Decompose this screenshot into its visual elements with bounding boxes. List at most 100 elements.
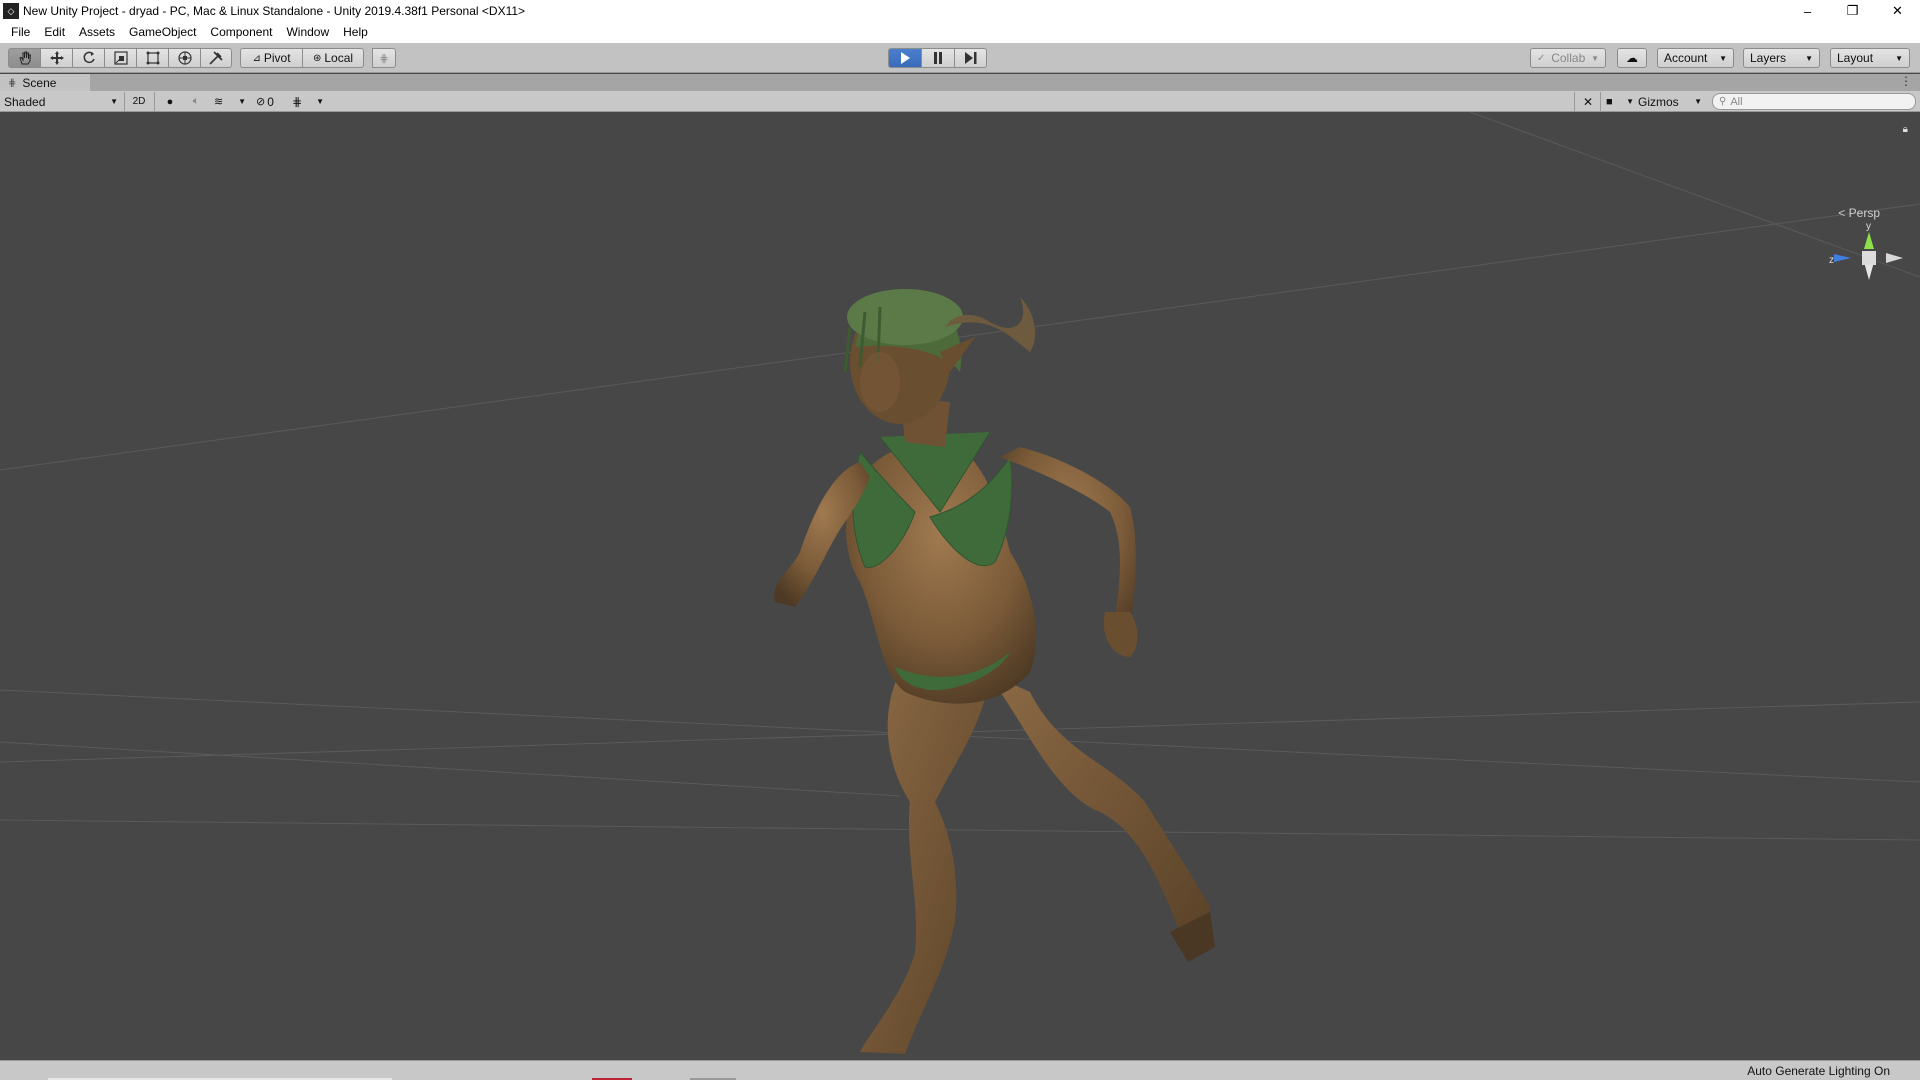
rotate-tool-icon[interactable]: [72, 48, 104, 68]
speaker-icon: 🔈︎: [192, 95, 200, 107]
scene-toolbar: Shaded ▼ 2D ● 🔈︎ ≋ ▼ ⊘ 0 ⋕ ▼ ✕ ■ ▼ Gizmo…: [0, 91, 1920, 112]
window-controls: – ❐ ✕: [1785, 0, 1920, 22]
step-icon: [964, 52, 976, 64]
account-dropdown[interactable]: Account ▼: [1657, 48, 1734, 68]
cloud-group: ☁: [1617, 48, 1647, 68]
grid-snap-icon: ⋕: [379, 52, 389, 65]
playback-controls: [888, 48, 987, 68]
move-tool-icon[interactable]: [40, 48, 72, 68]
audio-toggle-button[interactable]: 🔈︎: [188, 93, 204, 110]
divider: [1600, 92, 1601, 111]
camera-icon: ■: [1606, 95, 1613, 108]
draw-mode-dropdown[interactable]: Shaded ▼: [4, 93, 118, 110]
gizmos-dropdown[interactable]: Gizmos ▼: [1638, 93, 1702, 110]
menu-help[interactable]: Help: [336, 22, 375, 43]
cloud-icon: ☁: [1626, 51, 1638, 65]
divider: [154, 92, 155, 111]
chevron-down-icon: ▼: [238, 97, 246, 106]
chevron-down-icon: ▼: [1805, 53, 1813, 63]
layers-dropdown[interactable]: Layers ▼: [1743, 48, 1820, 68]
step-button[interactable]: [954, 48, 987, 68]
menu-gameobject[interactable]: GameObject: [122, 22, 203, 43]
restore-icon[interactable]: ❐: [1830, 0, 1875, 22]
scene-visibility-toggle[interactable]: ⊘ 0: [256, 93, 286, 110]
chevron-down-icon: ▼: [316, 97, 324, 106]
menu-assets[interactable]: Assets: [72, 22, 122, 43]
menu-bar: File Edit Assets GameObject Component Wi…: [0, 22, 1920, 43]
projection-toggle[interactable]: < Persp: [1838, 206, 1880, 220]
tab-menu-icon[interactable]: ⋮: [1900, 74, 1912, 88]
lighting-toggle-button[interactable]: ●: [162, 93, 178, 110]
play-button[interactable]: [888, 48, 921, 68]
scale-tool-icon[interactable]: [104, 48, 136, 68]
search-placeholder: All: [1730, 95, 1743, 108]
local-label: Local: [324, 51, 354, 65]
pivot-toggle-button[interactable]: ⊿ Pivot: [240, 48, 302, 68]
effects-dropdown[interactable]: ≋ ▼: [214, 93, 246, 110]
2d-label: 2D: [132, 96, 146, 107]
pause-button[interactable]: [921, 48, 954, 68]
grid-icon: ⋕: [292, 94, 303, 109]
lock-icon[interactable]: 🔒︎: [1903, 124, 1908, 135]
layers-label: Layers: [1750, 51, 1787, 65]
custom-tool-icon[interactable]: [200, 48, 232, 68]
pivot-label: Pivot: [263, 51, 291, 65]
persp-icon: <: [1838, 206, 1846, 220]
scene-render: y z: [0, 112, 1920, 1054]
pivot-local-group: ⊿ Pivot ⊛ Local: [240, 48, 364, 68]
scene-tools-button[interactable]: ✕: [1580, 93, 1596, 110]
gizmos-label: Gizmos: [1638, 94, 1679, 109]
tab-scene[interactable]: ⋕ Scene: [0, 74, 90, 92]
scene-viewport[interactable]: y z 🔒︎ < Persp: [0, 112, 1920, 1060]
gizmo-y-label: y: [1866, 221, 1871, 232]
lightbulb-icon: ●: [166, 95, 174, 108]
divider: [1574, 92, 1575, 111]
unity-logo-icon: ◇: [3, 3, 19, 19]
status-bar: Auto Generate Lighting On: [0, 1060, 1920, 1080]
rect-tool-icon[interactable]: [136, 48, 168, 68]
local-toggle-button[interactable]: ⊛ Local: [302, 48, 364, 68]
menu-window[interactable]: Window: [279, 22, 336, 43]
minimize-icon[interactable]: –: [1785, 0, 1830, 22]
status-text: Auto Generate Lighting On: [1747, 1064, 1890, 1078]
play-icon: [901, 52, 910, 64]
dryad-character-model: [774, 289, 1215, 1054]
hand-tool-icon[interactable]: [8, 48, 40, 68]
chevron-down-icon: ▼: [1719, 53, 1727, 63]
scene-search-input[interactable]: ⚲ All: [1712, 93, 1916, 110]
search-icon: ⚲: [1719, 96, 1727, 107]
collab-dropdown[interactable]: ✓ Collab ▼: [1530, 48, 1606, 68]
chevron-down-icon: ▼: [1626, 97, 1634, 106]
draw-mode-label: Shaded: [4, 94, 46, 109]
grid-snap-group: ⋕: [372, 48, 396, 68]
collab-label: Collab: [1551, 51, 1586, 65]
menu-component[interactable]: Component: [203, 22, 279, 43]
close-icon[interactable]: ✕: [1875, 0, 1920, 22]
collab-check-icon: ✓: [1537, 52, 1546, 64]
hidden-count: 0: [267, 94, 274, 109]
local-icon: ⊛: [312, 52, 322, 64]
collab-group: ✓ Collab ▼: [1530, 48, 1606, 68]
layout-dropdown[interactable]: Layout ▼: [1830, 48, 1910, 68]
scene-grid-icon: ⋕: [8, 77, 17, 89]
2d-toggle-button[interactable]: 2D: [128, 93, 150, 110]
tab-scene-label: Scene: [22, 76, 57, 90]
transform-tool-icon[interactable]: [168, 48, 200, 68]
transform-tools: [8, 48, 232, 68]
layout-label: Layout: [1837, 51, 1874, 65]
grid-snap-button[interactable]: ⋕: [372, 48, 396, 68]
camera-dropdown[interactable]: ■ ▼: [1606, 93, 1634, 110]
grid-visibility-dropdown[interactable]: ⋕ ▼: [292, 93, 324, 110]
gizmo-z-label: z: [1829, 255, 1834, 266]
orientation-gizmo: y z: [1829, 221, 1903, 280]
eye-slash-icon: ⊘: [256, 96, 266, 108]
account-label: Account: [1664, 51, 1708, 65]
pause-icon: [934, 52, 942, 64]
main-toolbar: ⊿ Pivot ⊛ Local ⋕ ✓ Collab ▼ ☁ Account ▼…: [0, 43, 1920, 73]
account-group: Account ▼: [1657, 48, 1734, 68]
cloud-services-button[interactable]: ☁: [1617, 48, 1647, 68]
chevron-down-icon: ▼: [1591, 53, 1599, 63]
layout-group: Layout ▼: [1830, 48, 1910, 68]
menu-edit[interactable]: Edit: [37, 22, 72, 43]
menu-file[interactable]: File: [4, 22, 37, 43]
